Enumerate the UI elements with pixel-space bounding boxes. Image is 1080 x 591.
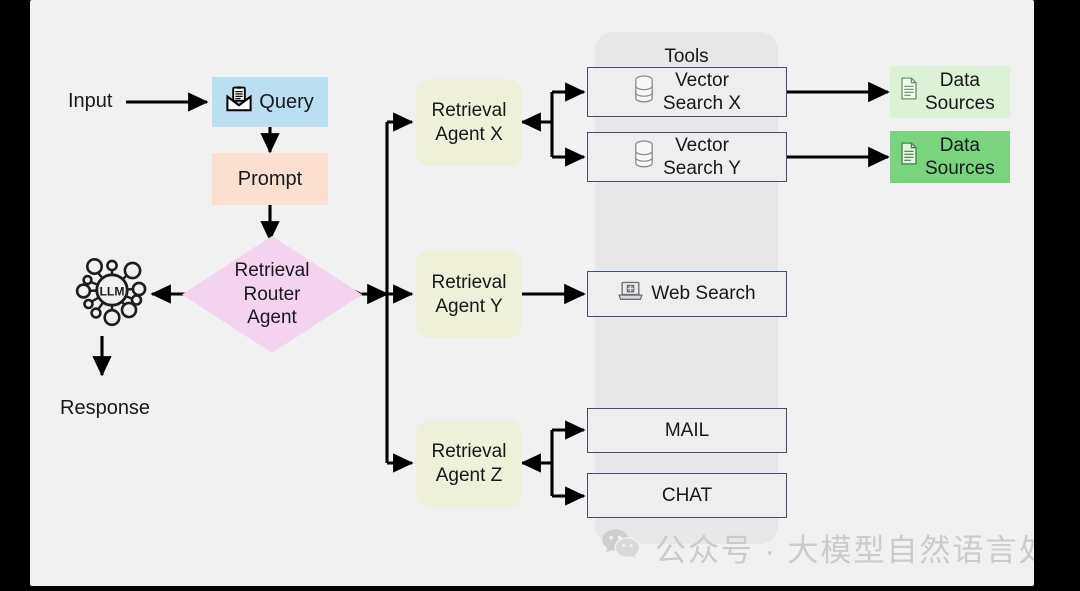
agent-z-line-1: Retrieval — [431, 441, 507, 463]
data-sources-1-label: Data Sources — [925, 69, 995, 115]
llm-network-icon: LLM — [73, 251, 151, 335]
agent-y-line-1: Retrieval — [431, 272, 507, 294]
data-sources-2-line-1: Data — [939, 134, 980, 156]
data-sources-1-line-2: Sources — [925, 93, 995, 114]
chat-node[interactable]: CHAT — [587, 473, 787, 518]
diamond-shape — [182, 236, 362, 353]
prompt-label: Prompt — [237, 167, 303, 190]
query-label: Query — [259, 90, 314, 113]
mail-label: MAIL — [664, 419, 710, 441]
agent-y-line-2: Agent Y — [435, 295, 503, 317]
vector-search-x-line-1: Vector — [675, 69, 729, 91]
vector-search-x-label: Vector Search X — [663, 69, 741, 115]
query-node[interactable]: Query — [212, 77, 328, 127]
agent-x-line-1: Retrieval — [431, 100, 507, 122]
data-sources-2-line-2: Sources — [925, 158, 995, 179]
data-sources-1-node[interactable]: Data Sources — [890, 66, 1010, 118]
vector-search-y-label: Vector Search Y — [663, 134, 741, 180]
web-search-node[interactable]: Web Search — [587, 271, 787, 317]
agent-x-line-2: Agent X — [435, 123, 503, 145]
document-icon — [900, 142, 918, 171]
watermark: 公众号 · 大模型自然语言处理 — [601, 525, 1034, 570]
data-sources-2-node[interactable]: Data Sources — [890, 131, 1010, 183]
document-icon — [900, 77, 918, 106]
envelope-document-icon — [226, 86, 252, 118]
response-label: Response — [60, 397, 151, 419]
agent-x-label: Retrieval Agent X — [432, 99, 507, 145]
retrieval-router-agent-node[interactable]: Retrieval Router Agent — [182, 236, 362, 353]
vector-search-x-line-2: Search X — [662, 93, 742, 114]
llm-node: LLM — [72, 253, 152, 333]
mail-node[interactable]: MAIL — [587, 408, 787, 453]
screenshot-stage: Tools Input Query Prompt Retrieval Route… — [0, 0, 1080, 591]
database-icon — [633, 140, 655, 174]
agent-y-label: Retrieval Agent Y — [432, 271, 507, 317]
vector-search-x-node[interactable]: Vector Search X — [587, 67, 787, 117]
data-sources-2-label: Data Sources — [925, 134, 995, 180]
agent-z-line-2: Agent Z — [435, 464, 503, 486]
database-icon — [633, 75, 655, 109]
web-search-label: Web Search — [651, 283, 756, 305]
retrieval-agent-x-node[interactable]: Retrieval Agent X — [416, 79, 522, 166]
connector-edges — [92, 81, 890, 506]
tools-panel-title: Tools — [664, 46, 709, 67]
data-sources-1-line-1: Data — [939, 69, 980, 91]
agent-z-label: Retrieval Agent Z — [432, 440, 507, 486]
llm-icon-label: LLM — [99, 285, 124, 299]
vector-search-y-node[interactable]: Vector Search Y — [587, 132, 787, 182]
laptop-globe-icon — [618, 281, 644, 307]
retrieval-agent-z-node[interactable]: Retrieval Agent Z — [416, 420, 522, 507]
chat-label: CHAT — [661, 484, 713, 506]
input-label: Input — [68, 90, 113, 112]
vector-search-y-line-2: Search Y — [663, 158, 741, 179]
vector-search-y-line-1: Vector — [675, 134, 729, 156]
prompt-node[interactable]: Prompt — [212, 153, 328, 205]
wechat-icon — [601, 527, 641, 569]
diagram-canvas: Tools Input Query Prompt Retrieval Route… — [30, 0, 1034, 586]
watermark-text: 公众号 · 大模型自然语言处理 — [655, 533, 1034, 568]
retrieval-agent-y-node[interactable]: Retrieval Agent Y — [416, 251, 522, 338]
